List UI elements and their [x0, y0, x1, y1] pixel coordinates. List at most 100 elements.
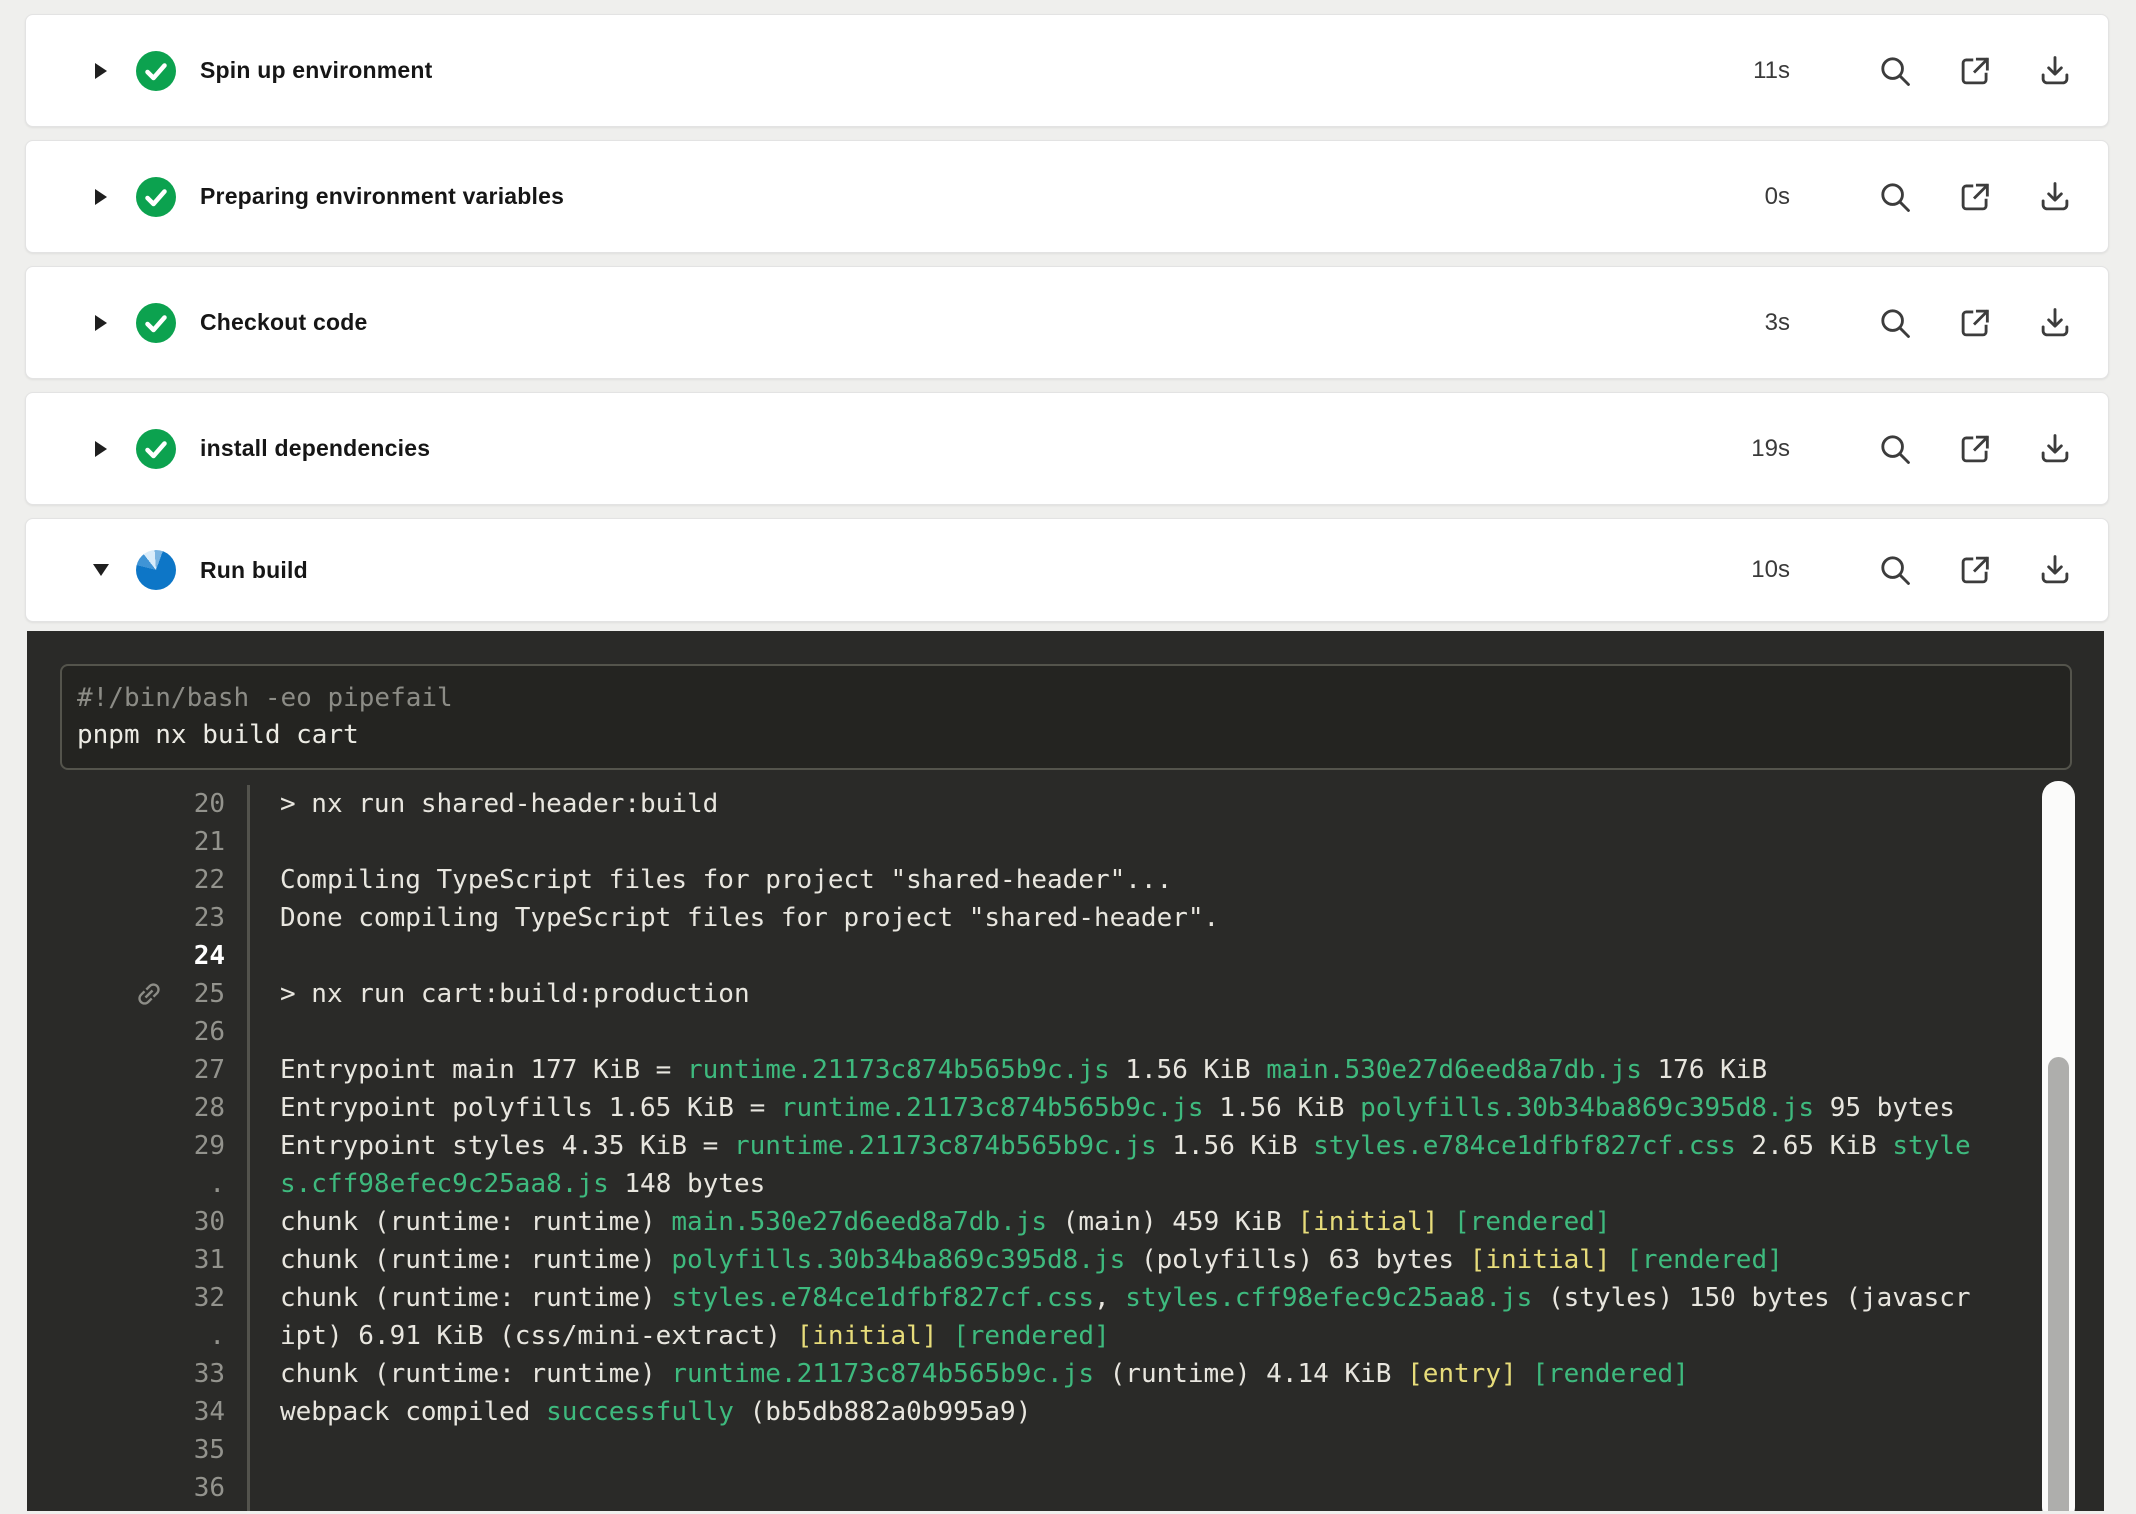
chevron-icon [92, 440, 110, 458]
search-log-button[interactable] [1876, 304, 1914, 342]
log-segment: Entrypoint main 177 KiB = [280, 1055, 687, 1085]
log-segment [937, 1321, 953, 1351]
open-in-new-button[interactable] [1956, 178, 1994, 216]
build-step-row[interactable]: install dependencies 19s [25, 392, 2109, 505]
log-segment: style [1892, 1131, 1970, 1161]
download-icon [2036, 304, 2074, 342]
line-link-slot [103, 1397, 133, 1427]
log-segment: runtime.21173c874b565b9c.js [687, 1055, 1110, 1085]
log-segment: [initial] [797, 1321, 938, 1351]
line-text: Entrypoint polyfills 1.65 KiB = runtime.… [247, 1089, 2104, 1127]
log-segment: [rendered] [1626, 1245, 1783, 1275]
log-segment: 176 KiB [1642, 1055, 1767, 1085]
log-segment: ipt) 6.91 KiB (css/mini-extract) [280, 1321, 797, 1351]
search-log-button[interactable] [1876, 178, 1914, 216]
success-check-icon [136, 303, 176, 343]
log-segment: successfully [546, 1397, 734, 1427]
log-segment: (runtime) 4.14 KiB [1094, 1359, 1407, 1389]
search-log-button[interactable] [1876, 430, 1914, 468]
step-duration: 0s [1765, 183, 1790, 211]
log-segment: 1.56 KiB [1157, 1131, 1314, 1161]
line-link-slot [103, 941, 133, 971]
log-segment: 95 bytes [1814, 1093, 1955, 1123]
line-text [247, 823, 2104, 861]
log-row: 34 webpack compiled successfully (bb5db8… [27, 1393, 2104, 1431]
log-segment: styles.e784ce1dfbf827cf.css [1313, 1131, 1736, 1161]
download-log-button[interactable] [2036, 551, 2074, 589]
log-segment: (bb5db882a0b995a9) [734, 1397, 1031, 1427]
line-link-slot [103, 1283, 133, 1313]
open-in-new-icon [1956, 551, 1994, 589]
line-link-slot [103, 1245, 133, 1275]
log-segment: [rendered] [1532, 1359, 1689, 1389]
open-in-new-button[interactable] [1956, 304, 1994, 342]
log-row: . s.cff98efec9c25aa8.js 148 bytes [27, 1165, 2104, 1203]
log-segment: main.530e27d6eed8a7db.js [1266, 1055, 1642, 1085]
log-segment: chunk (runtime: runtime) [280, 1245, 671, 1275]
log-segment: Compiling TypeScript files for project "… [280, 865, 1172, 895]
line-link-slot [103, 1093, 133, 1123]
step-label: install dependencies [200, 435, 430, 462]
line-text [247, 1469, 2104, 1507]
log-row: 37 [27, 1507, 2104, 1511]
log-segment: polyfills.30b34ba869c395d8.js [671, 1245, 1125, 1275]
line-text: Entrypoint styles 4.35 KiB = runtime.211… [247, 1127, 2104, 1165]
step-label: Spin up environment [200, 57, 433, 84]
log-segment: webpack compiled [280, 1397, 546, 1427]
search-log-button[interactable] [1876, 52, 1914, 90]
log-segment [1438, 1207, 1454, 1237]
download-icon [2036, 178, 2074, 216]
download-log-button[interactable] [2036, 430, 2074, 468]
log-row: 21 [27, 823, 2104, 861]
search-log-button[interactable] [1876, 551, 1914, 589]
running-status-icon [136, 550, 176, 590]
log-segment: runtime.21173c874b565b9c.js [734, 1131, 1157, 1161]
log-segment: chunk (runtime: runtime) [280, 1207, 671, 1237]
log-row: 32 chunk (runtime: runtime) styles.e784c… [27, 1279, 2104, 1317]
download-icon [2036, 52, 2074, 90]
build-step-row[interactable]: Checkout code 3s [25, 266, 2109, 379]
step-duration: 10s [1751, 556, 1790, 584]
build-step-row[interactable]: Spin up environment 11s [25, 14, 2109, 127]
line-link-slot [103, 1131, 133, 1161]
step-label: Preparing environment variables [200, 183, 564, 210]
build-step-row[interactable]: Preparing environment variables 0s [25, 140, 2109, 253]
step-duration: 3s [1765, 309, 1790, 337]
chevron-right-icon [94, 188, 108, 206]
download-log-button[interactable] [2036, 178, 2074, 216]
chevron-icon [92, 188, 110, 206]
terminal-scrollbar-track[interactable] [2042, 781, 2075, 1511]
log-segment: [entry] [1407, 1359, 1517, 1389]
terminal-scrollbar-thumb[interactable] [2048, 1057, 2069, 1511]
chevron-icon [92, 561, 110, 579]
line-link-slot [103, 1055, 133, 1085]
log-segment: > nx run shared-header:build [280, 789, 718, 819]
log-row: 20 > nx run shared-header:build [27, 785, 2104, 823]
line-text: > nx run cart:build:production [247, 975, 2104, 1013]
log-row: 31 chunk (runtime: runtime) polyfills.30… [27, 1241, 2104, 1279]
log-segment [1517, 1359, 1533, 1389]
log-segment: styles.cff98efec9c25aa8.js [1125, 1283, 1532, 1313]
log-row: 27 Entrypoint main 177 KiB = runtime.211… [27, 1051, 2104, 1089]
search-icon [1876, 52, 1914, 90]
build-step-row[interactable]: Run build 10s [25, 518, 2109, 622]
log-row: 24 [27, 937, 2104, 975]
log-segment: [rendered] [1454, 1207, 1611, 1237]
log-row: 36 [27, 1469, 2104, 1507]
open-in-new-button[interactable] [1956, 52, 1994, 90]
log-segment: (main) 459 KiB [1047, 1207, 1297, 1237]
step-label: Run build [200, 557, 308, 584]
log-segment: chunk (runtime: runtime) [280, 1359, 671, 1389]
log-lines: 20 > nx run shared-header:build 21 22 Co… [27, 785, 2104, 1511]
chevron-right-icon [94, 440, 108, 458]
step-duration: 11s [1753, 57, 1790, 85]
log-segment: Done compiling TypeScript files for proj… [280, 903, 1219, 933]
command-text: pnpm nx build cart [77, 717, 2070, 754]
open-in-new-button[interactable] [1956, 430, 1994, 468]
download-log-button[interactable] [2036, 52, 2074, 90]
line-link-slot [103, 1169, 133, 1199]
download-log-button[interactable] [2036, 304, 2074, 342]
search-icon [1876, 304, 1914, 342]
open-in-new-button[interactable] [1956, 551, 1994, 589]
log-segment: [rendered] [953, 1321, 1110, 1351]
